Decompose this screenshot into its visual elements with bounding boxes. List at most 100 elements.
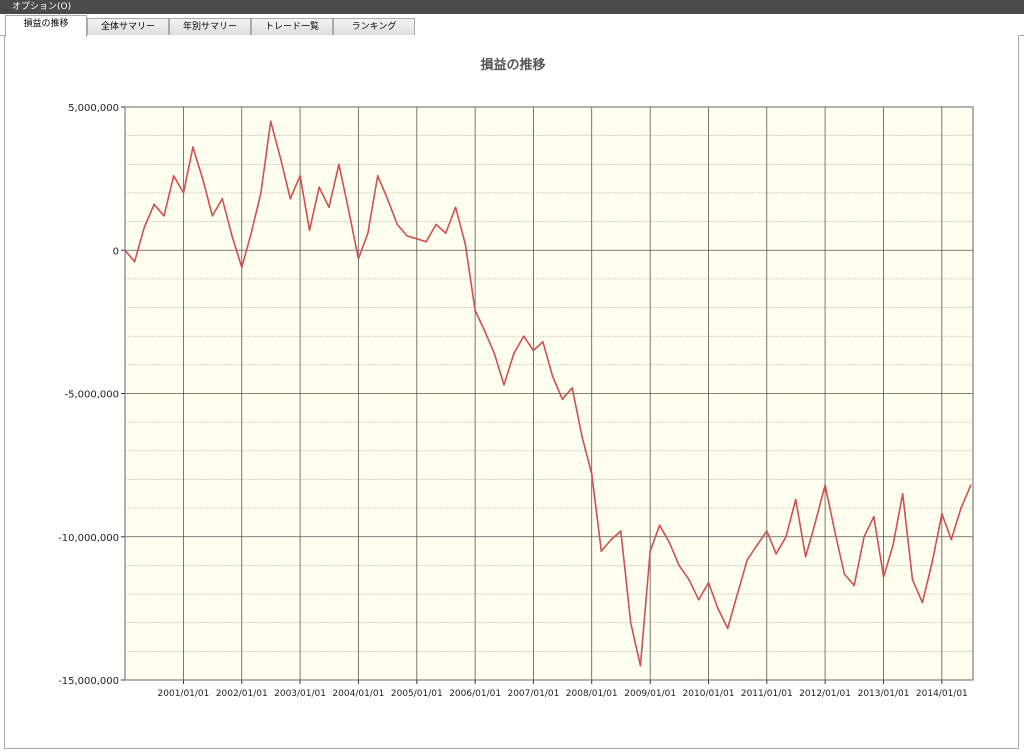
pnl-data-point	[416, 237, 418, 240]
pnl-data-point	[542, 341, 544, 343]
pnl-data-point	[289, 197, 292, 200]
pnl-data-point	[746, 558, 749, 561]
pnl-data-point	[794, 498, 797, 501]
pnl-data-point	[211, 215, 214, 217]
pnl-data-point	[493, 352, 496, 355]
pnl-data-point	[513, 352, 515, 355]
pnl-data-point	[561, 398, 564, 401]
pnl-data-point	[785, 535, 787, 538]
pnl-data-point	[590, 472, 593, 475]
pnl-data-point	[143, 226, 146, 229]
pnl-data-point	[843, 573, 846, 575]
tab-yearly-summary[interactable]: 年別サマリー	[169, 18, 251, 36]
pnl-data-point	[678, 564, 680, 567]
pnl-data-point	[318, 186, 321, 189]
y-tick-label: -5,000,000	[64, 390, 119, 401]
pnl-data-point	[921, 601, 924, 604]
pnl-data-point	[697, 598, 700, 601]
pnl-data-point	[435, 223, 437, 226]
pnl-data-point	[863, 535, 865, 538]
pnl-data-point	[240, 266, 243, 269]
pnl-data-point	[182, 192, 185, 194]
pnl-data-point	[503, 384, 505, 386]
pnl-data-point	[717, 607, 719, 610]
pnl-data-point	[367, 232, 369, 234]
x-tick-label: 2008/01/01	[566, 689, 618, 699]
pnl-data-point	[941, 513, 943, 515]
x-tick-label: 2011/01/01	[741, 689, 793, 699]
x-tick-label: 2001/01/01	[158, 689, 210, 699]
pnl-data-point	[483, 329, 486, 332]
pnl-data-point	[221, 197, 224, 200]
pnl-data-point	[931, 561, 933, 564]
y-tick-label: 5,000,000	[68, 103, 119, 114]
pnl-data-point	[250, 232, 252, 234]
pnl-data-point	[960, 507, 962, 509]
pnl-data-point	[707, 581, 710, 584]
pnl-data-point	[172, 174, 175, 177]
tab-pnl-trend[interactable]: 損益の推移	[5, 15, 87, 37]
x-tick-label: 2009/01/01	[624, 689, 676, 699]
x-tick-label: 2014/01/01	[916, 689, 968, 699]
x-tick-label: 2004/01/01	[332, 689, 384, 699]
pnl-data-point	[522, 335, 525, 338]
y-tick-label: 0	[113, 246, 119, 257]
window-titlebar: オプション(O)	[0, 0, 1024, 14]
pnl-data-point	[474, 309, 476, 312]
pnl-data-point	[814, 521, 817, 524]
pnl-data-point	[532, 349, 535, 352]
pnl-data-point	[347, 209, 350, 211]
pnl-data-point	[260, 192, 262, 194]
pnl-data-point	[454, 206, 457, 209]
plot-area: 5,000,000 0 -5,000,000 -10,000,000 -15,000,0…	[58, 103, 974, 699]
pnl-data-point	[969, 484, 972, 486]
pnl-data-point	[444, 232, 447, 234]
pnl-data-point	[376, 174, 379, 177]
chart-title: 損益の推移	[480, 57, 545, 73]
pnl-data-point	[658, 524, 661, 527]
pnl-data-point	[610, 538, 612, 541]
pnl-data-point	[833, 530, 836, 532]
y-tick-label: -10,000,000	[58, 533, 119, 544]
x-tick-label: 2002/01/01	[216, 689, 268, 699]
x-tick-label: 2012/01/01	[799, 689, 851, 699]
pnl-data-point	[824, 484, 826, 486]
pnl-data-point	[649, 550, 651, 552]
x-tick-label: 2013/01/01	[858, 689, 910, 699]
options-menu[interactable]: オプション(O)	[0, 2, 71, 12]
pnl-data-point	[619, 530, 622, 532]
pnl-data-point	[873, 515, 875, 518]
pnl-data-point	[775, 553, 778, 555]
pnl-data-point	[629, 621, 632, 624]
tab-trade-list[interactable]: トレード一覧	[251, 18, 333, 36]
pnl-data-point	[765, 530, 768, 532]
chart-panel: 損益の推移 5,000,000 0 -5,000,000 -10,000,000 -15…	[4, 35, 1019, 749]
pnl-data-point	[386, 197, 389, 200]
pnl-data-point	[950, 538, 953, 541]
pnl-data-point	[357, 258, 360, 260]
pnl-data-point	[551, 375, 554, 378]
pnl-data-point	[911, 578, 914, 581]
pnl-data-point	[756, 544, 758, 547]
pnl-data-point	[269, 120, 272, 123]
pnl-data-point	[804, 556, 807, 558]
pnl-data-point	[639, 664, 642, 667]
pnl-data-point	[163, 215, 165, 217]
tab-ranking[interactable]: ランキング	[333, 18, 415, 36]
tab-strip: 損益の推移 全体サマリー 年別サマリー トレード一覧 ランキング	[0, 14, 1024, 37]
pnl-data-point	[231, 235, 233, 237]
pnl-data-point	[328, 206, 330, 209]
x-tick-label: 2006/01/01	[449, 689, 501, 699]
pnl-data-point	[279, 157, 282, 160]
pnl-data-point	[464, 243, 467, 246]
tab-overall-summary[interactable]: 全体サマリー	[87, 18, 169, 36]
pnl-chart: 損益の推移 5,000,000 0 -5,000,000 -10,000,000 -15…	[58, 57, 974, 699]
pnl-data-point	[668, 541, 671, 544]
pnl-data-point	[299, 174, 301, 177]
pnl-data-point	[892, 544, 894, 547]
pnl-data-point	[726, 627, 729, 630]
pnl-data-point	[853, 584, 855, 587]
pnl-data-point	[901, 492, 904, 495]
pnl-data-point	[338, 163, 340, 166]
x-tick-label: 2010/01/01	[683, 689, 735, 699]
